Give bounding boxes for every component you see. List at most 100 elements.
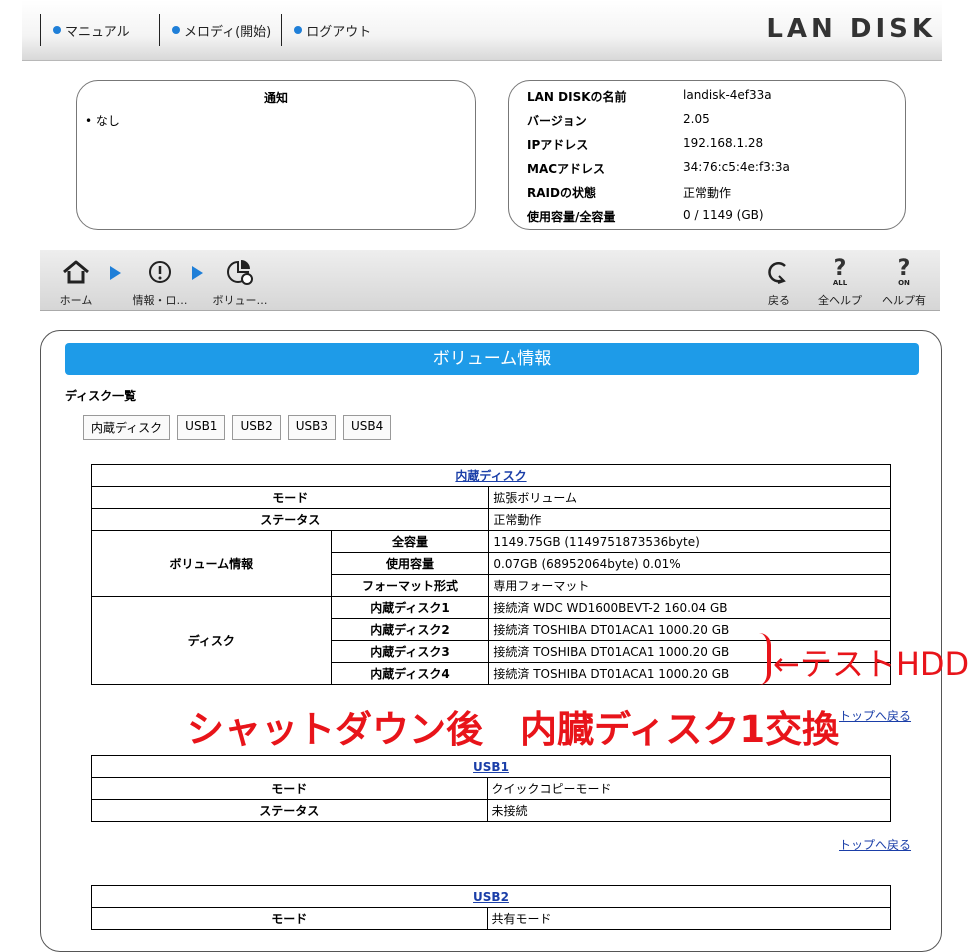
- tab-usb3[interactable]: USB3: [287, 415, 337, 440]
- info-circle-icon: [130, 258, 190, 286]
- internal-disk-table: 内蔵ディスク モード 拡張ボリューム ステータス 正常動作 ボリューム情報 全容…: [90, 464, 891, 685]
- row-key: フォーマット形式: [330, 574, 490, 597]
- device-row-ip: IPアドレス 192.168.1.28: [527, 136, 763, 153]
- usb2-anchor-link[interactable]: USB2: [473, 890, 509, 904]
- internal-disk-anchor-link[interactable]: 内蔵ディスク: [455, 469, 526, 483]
- device-key: 使用容量/全容量: [527, 210, 616, 224]
- table-caption: USB2: [91, 885, 891, 908]
- mode-value: 拡張ボリューム: [488, 486, 891, 509]
- status-label: ステータス: [90, 508, 490, 531]
- home-button[interactable]: ホーム: [46, 258, 106, 308]
- status-value: 未接続: [486, 799, 891, 822]
- row-value: 1149.75GB (1149751873536byte): [488, 530, 891, 553]
- table-row: ディスク 内蔵ディスク1 接続済 WDC WD1600BEVT-2 160.04…: [91, 596, 891, 685]
- volume-info-label: ボリューム情報: [91, 530, 332, 597]
- mode-label: モード: [90, 486, 490, 509]
- mode-label: モード: [91, 777, 488, 800]
- status-label: ステータス: [91, 799, 488, 822]
- all-help-button[interactable]: ? ALL 全ヘルプ: [812, 257, 868, 308]
- tab-usb4[interactable]: USB4: [343, 415, 392, 440]
- back-label: 戻る: [768, 294, 790, 307]
- notice-item: なし: [85, 112, 475, 129]
- annotation-test-hdd: ←テストHDD: [773, 645, 970, 683]
- bullet-icon: [53, 26, 61, 34]
- device-info-panel: LAN DISKの名前 landisk-4ef33a バージョン 2.05 IP…: [508, 80, 906, 230]
- table-row: USB1: [91, 755, 891, 778]
- nav-links: マニュアル メロディ(開始) ログアウト: [40, 14, 381, 46]
- breadcrumb-arrow-icon: [110, 266, 121, 280]
- volume-button[interactable]: ボリュー…: [208, 258, 272, 308]
- usb2-table: USB2 モード 共有モード: [91, 885, 891, 930]
- info-log-label: 情報・ロ…: [132, 294, 188, 307]
- breadcrumb-arrow-icon: [192, 266, 203, 280]
- device-row-mac: MACアドレス 34:76:c5:4e:f3:3a: [527, 160, 790, 177]
- device-value: 0 / 1149 (GB): [683, 208, 764, 222]
- back-arrow-icon: [758, 258, 800, 286]
- home-label: ホーム: [59, 294, 93, 307]
- row-key: 使用容量: [330, 552, 490, 575]
- table-row: ステータス 正常動作: [90, 508, 891, 531]
- bullet-icon: [294, 26, 303, 34]
- volume-pie-icon: [208, 258, 272, 286]
- home-icon: [46, 258, 106, 286]
- annotation-bracket-icon: [759, 633, 771, 685]
- row-value: 接続済 WDC WD1600BEVT-2 160.04 GB: [488, 596, 891, 619]
- disk-label: ディスク: [91, 596, 332, 685]
- back-to-top-link[interactable]: トップへ戻る: [839, 707, 911, 724]
- nav-link-label: マニュアル: [65, 24, 130, 40]
- nav-link-label: ログアウト: [306, 24, 372, 40]
- nav-link-manual[interactable]: マニュアル: [41, 21, 159, 40]
- device-value: 192.168.1.28: [683, 136, 764, 150]
- row-key: 内蔵ディスク2: [330, 618, 490, 641]
- tab-usb1[interactable]: USB1: [177, 415, 226, 440]
- notice-title: 通知: [263, 91, 288, 105]
- top-navigation-bar: マニュアル メロディ(開始) ログアウト LAN DISK: [22, 0, 942, 61]
- all-help-label: 全ヘルプ: [818, 294, 862, 307]
- back-button[interactable]: 戻る: [758, 258, 800, 308]
- row-key: 全容量: [330, 530, 490, 553]
- help-on-button[interactable]: ? ON ヘルプ有: [874, 255, 934, 308]
- table-caption: USB1: [91, 755, 891, 778]
- row-value: 接続済 TOSHIBA DT01ACA1 1000.20 GB: [488, 618, 891, 641]
- back-to-top-link[interactable]: トップへ戻る: [839, 836, 911, 853]
- tab-usb2[interactable]: USB2: [232, 415, 281, 440]
- disk-tabs: 内蔵ディスク USB1 USB2 USB3 USB4: [83, 415, 392, 440]
- row-key: 内蔵ディスク3: [330, 640, 490, 663]
- device-key: MACアドレス: [527, 162, 606, 176]
- row-key: 内蔵ディスク1: [330, 596, 490, 619]
- device-key: LAN DISKの名前: [527, 90, 627, 104]
- usb1-table: USB1 モード クイックコピーモード ステータス 未接続: [91, 755, 891, 822]
- table-row: モード 共有モード: [91, 907, 891, 930]
- annotation-shutdown-replace: シャットダウン後 内臓ディスク1交換: [187, 708, 840, 751]
- table-row: ステータス 未接続: [91, 799, 891, 822]
- device-row-raid: RAIDの状態 正常動作: [527, 184, 731, 201]
- nav-link-logout[interactable]: ログアウト: [282, 21, 381, 40]
- usb1-anchor-link[interactable]: USB1: [473, 760, 509, 774]
- nav-link-melody[interactable]: メロディ(開始): [160, 21, 281, 40]
- volume-label: ボリュー…: [212, 294, 268, 307]
- device-value: 正常動作: [683, 186, 732, 200]
- table-caption: 内蔵ディスク: [91, 464, 891, 487]
- row-value: 専用フォーマット: [488, 574, 891, 597]
- row-value: 0.07GB (68952064byte) 0.01%: [488, 552, 891, 575]
- table-row: USB2: [91, 885, 891, 908]
- help-on-icon: ? ON: [897, 255, 911, 287]
- help-badge: ALL: [832, 278, 848, 287]
- device-key: IPアドレス: [527, 138, 589, 152]
- row-key: 内蔵ディスク4: [330, 662, 490, 685]
- device-row-capacity: 使用容量/全容量 0 / 1149 (GB): [527, 208, 764, 225]
- mode-label: モード: [91, 907, 488, 930]
- toolbar: ホーム 情報・ロ… ボリュー… 戻る ? ALL 全ヘルプ ? ON ヘルプ有: [40, 250, 940, 311]
- bullet-icon: [172, 26, 180, 34]
- disk-list-title: ディスク一覧: [65, 389, 137, 403]
- tab-internal-disk[interactable]: 内蔵ディスク: [83, 415, 171, 440]
- device-value: 34:76:c5:4e:f3:3a: [683, 160, 790, 174]
- device-key: RAIDの状態: [527, 186, 596, 200]
- mode-value: クイックコピーモード: [486, 777, 891, 800]
- mode-value: 共有モード: [486, 907, 891, 930]
- table-row: モード 拡張ボリューム: [90, 486, 891, 509]
- table-row: 内蔵ディスク: [91, 464, 891, 487]
- device-key: バージョン: [527, 114, 587, 128]
- status-value: 正常動作: [488, 508, 891, 531]
- info-log-button[interactable]: 情報・ロ…: [130, 258, 190, 308]
